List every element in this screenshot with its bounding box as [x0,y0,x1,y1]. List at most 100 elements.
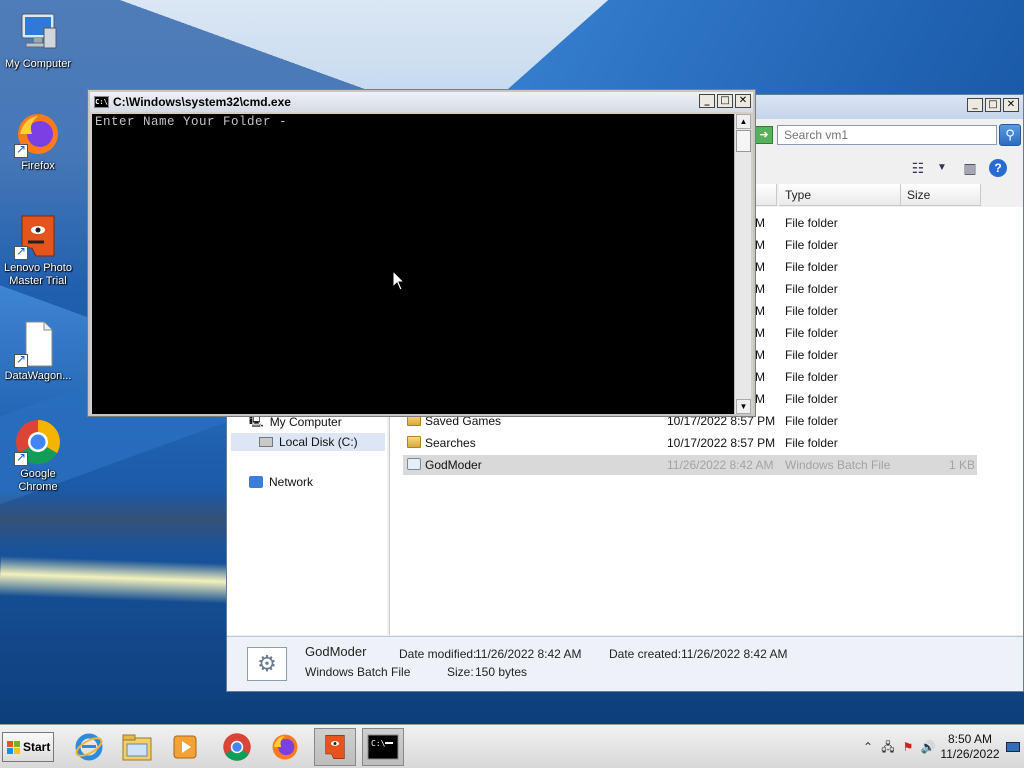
row-name: Searches [425,436,476,450]
taskbar-chrome[interactable] [216,728,258,766]
nav-item-local-disk[interactable]: Local Disk (C:) [231,433,385,451]
batch-file-gear-icon: ⚙ [247,647,287,681]
scroll-thumb[interactable] [736,130,751,152]
windows-logo-icon [7,740,20,754]
wallpaper-light-beam [0,555,241,605]
row-type: File folder [785,392,838,406]
details-date-created-label: Date created: [609,647,682,661]
cmd-title: C:\Windows\system32\cmd.exe [113,95,291,109]
row-size: 1 KB [948,458,975,472]
go-arrow-icon[interactable]: ➜ [755,126,773,144]
firefox-icon [272,734,298,760]
row-date-fragment: M [755,304,765,318]
row-date-fragment: M [755,260,765,274]
show-desktop-button[interactable] [1002,725,1024,768]
close-button[interactable]: ✕ [1003,98,1019,112]
details-date-modified-label: Date modified: [399,647,477,661]
details-size-label: Size: [447,665,474,679]
cmd-output-text: Enter Name Your Folder - [95,115,288,129]
column-header-type-label: Type [785,188,812,202]
network-icon [249,476,263,488]
row-type: File folder [785,238,838,252]
clock-time: 8:50 AM [947,732,993,746]
maximize-button[interactable]: □ [985,98,1001,112]
cmd-titlebar[interactable]: C:\ C:\Windows\system32\cmd.exe _ □ ✕ [90,92,753,112]
column-header-date[interactable] [755,184,777,206]
taskbar: Start C:\ ⌃ 🖧 ⚑ 🔊 8:50 AM 11/26/2022 [0,724,1024,768]
media-player-icon [173,735,197,759]
row-date: 11/26/2022 8:42 AM [667,458,774,472]
desktop-icon-google-chrome[interactable]: Google Chrome [0,418,76,494]
start-label: Start [23,740,51,754]
desktop-icon-label: Google Chrome [18,468,58,493]
chrome-icon [223,733,251,761]
my-computer-icon [14,8,62,56]
row-type: File folder [785,260,838,274]
close-button[interactable]: ✕ [735,94,751,108]
desktop-icon-datawagon[interactable]: DataWagon... [0,320,76,383]
taskbar-media-player[interactable] [164,728,206,766]
batch-file-icon [407,458,421,470]
row-date-fragment: M [755,216,765,230]
maximize-button[interactable]: □ [717,94,733,108]
minimize-button[interactable]: _ [967,98,983,112]
chevron-down-icon[interactable]: ▼ [933,159,951,177]
cmd-window[interactable]: C:\ C:\Windows\system32\cmd.exe _ □ ✕ En… [88,90,755,416]
nav-item-network[interactable]: Network [249,473,313,491]
shortcut-arrow-icon [14,352,28,368]
clock[interactable]: 8:50 AM 11/26/2022 [938,732,1002,762]
column-header-size[interactable]: Size [901,184,981,206]
shortcut-arrow-icon [14,244,28,260]
file-explorer-icon [122,734,152,761]
row-date: 10/17/2022 8:57 PM [667,414,776,428]
row-name: Saved Games [425,414,502,428]
network-status-icon[interactable]: 🖧 [878,738,898,756]
desktop-icon-firefox[interactable]: Firefox [0,110,76,173]
wallpaper-panel [501,0,1024,95]
explorer-window-controls: _ □ ✕ [967,98,1019,112]
action-center-icon[interactable]: ⚑ [898,738,918,756]
chevron-up-icon[interactable]: ⌃ [858,738,878,756]
firefox-icon [14,110,62,158]
taskbar-internet-explorer[interactable] [68,728,110,766]
details-date-modified: 11/26/2022 8:42 AM [475,647,582,661]
row-date-fragment: M [755,370,765,384]
nav-item-label: Network [269,475,314,489]
scroll-down-icon[interactable]: ▼ [736,399,751,414]
taskbar-file-explorer[interactable] [116,728,158,766]
scroll-up-icon[interactable]: ▲ [736,114,751,129]
column-header-type[interactable]: Type [779,184,901,206]
show-desktop-icon [1006,742,1020,752]
help-icon[interactable]: ? [989,159,1007,177]
table-row[interactable]: Searches 10/17/2022 8:57 PM File folder [403,433,977,453]
desktop-icon-my-computer[interactable]: My Computer [0,8,76,71]
cmd-console[interactable]: Enter Name Your Folder - [92,114,735,414]
row-date: 10/17/2022 8:57 PM [667,436,776,450]
view-options-icon[interactable]: ☷ [909,159,927,177]
shortcut-arrow-icon [14,142,28,158]
search-icon: ⚲ [1005,127,1015,142]
taskbar-cmd[interactable]: C:\ [362,728,404,766]
table-row-selected[interactable]: GodModer 11/26/2022 8:42 AM Windows Batc… [403,455,977,475]
minimize-button[interactable]: _ [699,94,715,108]
taskbar-firefox[interactable] [264,728,306,766]
volume-icon[interactable]: 🔊 [918,738,938,756]
row-date-fragment: M [755,348,765,362]
lenovo-photo-master-icon [325,735,345,759]
row-type: File folder [785,216,838,230]
nav-item-label: My Computer [269,415,342,429]
system-tray: ⌃ 🖧 ⚑ 🔊 8:50 AM 11/26/2022 [858,725,1024,768]
start-button[interactable]: Start [2,732,54,762]
search-input[interactable] [777,125,997,145]
taskbar-lenovo-photo-master[interactable] [314,728,356,766]
row-type: File folder [785,304,838,318]
desktop-icon-lenovo-photo-master[interactable]: Lenovo Photo Master Trial [0,212,76,288]
search-button[interactable]: ⚲ [999,124,1021,146]
row-date-fragment: M [755,282,765,296]
preview-pane-icon[interactable]: ▥ [961,159,979,177]
drive-icon [259,437,273,447]
desktop-icon-label: DataWagon... [4,370,72,382]
cmd-scrollbar[interactable]: ▲ ▼ [734,114,751,414]
clock-date: 11/26/2022 [940,747,1000,761]
column-header-size-label: Size [907,188,931,202]
